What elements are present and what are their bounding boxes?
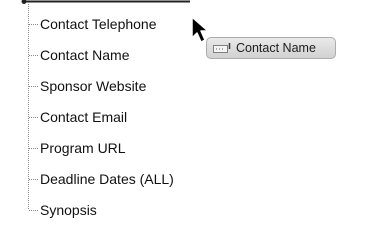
tree-item-contact-telephone[interactable]: Contact Telephone bbox=[40, 13, 157, 35]
tree-item-contact-name[interactable]: Contact Name bbox=[40, 44, 129, 66]
drag-preview-contact-name: Contact Name bbox=[206, 37, 336, 59]
tree-item-deadline-dates-all[interactable]: Deadline Dates (ALL) bbox=[40, 168, 174, 190]
tree-item-contact-email[interactable]: Contact Email bbox=[40, 106, 127, 128]
arrow-pointer-icon bbox=[191, 16, 209, 43]
tree-item-synopsis[interactable]: Synopsis bbox=[40, 199, 97, 221]
tree-item-program-url[interactable]: Program URL bbox=[40, 137, 126, 159]
tree-item-sponsor-website[interactable]: Sponsor Website bbox=[40, 75, 146, 97]
drag-preview-label: Contact Name bbox=[236, 41, 316, 55]
field-grip-icon bbox=[213, 43, 231, 53]
